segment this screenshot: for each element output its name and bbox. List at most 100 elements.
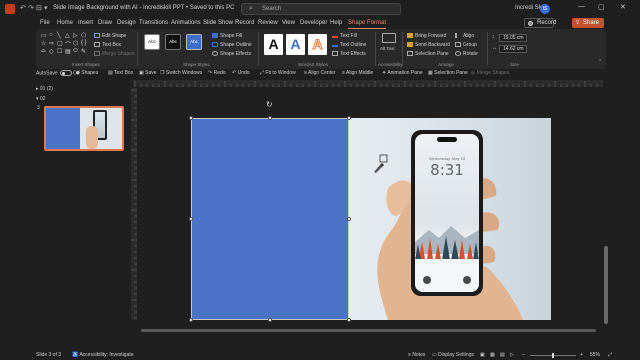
rounded-rect-shape-icon[interactable]: ▢: [57, 40, 63, 47]
shape-style-swatch[interactable]: Abc: [144, 34, 160, 50]
wordart-style-black[interactable]: A: [264, 34, 283, 55]
zoom-level[interactable]: 55%: [590, 352, 600, 358]
shape-outline-button[interactable]: Shape Outline: [212, 42, 252, 48]
tab-home[interactable]: Home: [57, 20, 73, 26]
bring-forward-button[interactable]: Bring Forward: [407, 33, 446, 39]
tab-insert[interactable]: Insert: [78, 20, 93, 26]
tab-record[interactable]: Record: [235, 20, 254, 26]
resize-handle[interactable]: [189, 217, 193, 221]
diamond-shape-icon[interactable]: ◇: [49, 48, 54, 55]
resize-handle[interactable]: [347, 116, 351, 120]
tab-slide-show[interactable]: Slide Show: [203, 20, 233, 26]
shapes-button[interactable]: ◆ Shapes: [76, 70, 98, 76]
tab-review[interactable]: Review: [258, 20, 278, 26]
customize-qat-icon[interactable]: ▾: [44, 4, 48, 12]
zoom-in-icon[interactable]: +: [580, 352, 583, 358]
tab-developer[interactable]: Developer: [300, 20, 327, 26]
resize-handle[interactable]: [347, 318, 351, 322]
collapse-ribbon-icon[interactable]: ⌃: [598, 59, 602, 65]
merge-shapes-button[interactable]: Merge Shapes: [94, 51, 135, 57]
qat-selection-pane-button[interactable]: ▦ Selection Pane: [428, 70, 468, 76]
fit-slide-icon[interactable]: ⤢: [608, 352, 612, 358]
minimize-icon[interactable]: —: [578, 3, 585, 10]
pentagon-shape-icon[interactable]: ⬠: [81, 32, 86, 39]
zoom-slider-thumb[interactable]: [552, 353, 554, 358]
reading-view-icon[interactable]: ▤: [500, 352, 505, 358]
wordart-style-blue[interactable]: A: [286, 34, 305, 55]
wordart-style-orange[interactable]: A: [308, 34, 327, 55]
hexagon-shape-icon[interactable]: ⬡: [73, 40, 78, 47]
brace-shape-icon[interactable]: { }: [81, 40, 87, 46]
vertical-scrollbar[interactable]: [604, 88, 609, 328]
resize-handle[interactable]: [268, 116, 272, 120]
shape-height-input[interactable]: 19.05 cm: [499, 34, 527, 42]
share-button[interactable]: ⇪ Share: [572, 18, 604, 28]
text-outline-button[interactable]: Text Outline: [332, 42, 366, 48]
rotate-button[interactable]: Rotate: [455, 51, 478, 57]
rotate-handle-icon[interactable]: ↻: [266, 100, 273, 109]
record-button[interactable]: Record: [524, 18, 556, 28]
section-header-02[interactable]: ▾ 02: [36, 96, 45, 102]
search-input[interactable]: ⌕ Search: [241, 3, 401, 15]
square-shape-icon[interactable]: ☐: [57, 48, 62, 55]
tab-view[interactable]: View: [282, 20, 295, 26]
align-center-button[interactable]: ≡ Align Center: [304, 70, 336, 76]
chord-shape-icon[interactable]: ⌓: [41, 48, 46, 55]
freeform-shape-icon[interactable]: ✎: [81, 48, 86, 55]
qat-text-box-button[interactable]: ▤ Text Box: [108, 70, 133, 76]
redo-icon[interactable]: ↷: [28, 4, 34, 12]
align-button[interactable]: Align: [455, 33, 474, 39]
tab-shape-format[interactable]: Shape Format: [348, 20, 387, 29]
group-button[interactable]: Group: [455, 42, 477, 48]
qat-merge-shapes-button[interactable]: ◎ Merge Shapes: [471, 70, 509, 76]
save-button[interactable]: ▣ Save: [139, 70, 157, 76]
tab-file[interactable]: File: [40, 20, 50, 26]
scrollbar-thumb[interactable]: [604, 246, 608, 324]
slideshow-view-icon[interactable]: ▷: [510, 352, 514, 358]
text-box-button[interactable]: Text Box: [94, 42, 121, 48]
shape-style-swatch[interactable]: Abc: [165, 34, 181, 50]
line-shape-icon[interactable]: ╲: [57, 32, 61, 39]
text-fill-button[interactable]: Text Fill: [332, 33, 357, 39]
close-icon[interactable]: ✕: [620, 3, 626, 11]
animation-pane-button[interactable]: ✦ Animation Pane: [382, 70, 423, 76]
alt-text-icon[interactable]: [382, 33, 396, 43]
normal-view-icon[interactable]: ▣: [480, 352, 485, 358]
scrollbar-thumb[interactable]: [141, 329, 596, 332]
undo-icon[interactable]: ↶: [20, 4, 26, 12]
tab-animations[interactable]: Animations: [171, 20, 201, 26]
display-settings-button[interactable]: ▭ Display Settings: [432, 352, 474, 358]
shape-fill-button[interactable]: Shape Fill: [212, 33, 242, 39]
shape-width-input[interactable]: 14.62 cm: [499, 45, 527, 53]
toggle-switch[interactable]: [59, 70, 72, 76]
maximize-icon[interactable]: ▢: [598, 3, 605, 11]
ellipse-shape-icon[interactable]: ⬭: [73, 48, 78, 55]
shape-style-swatch[interactable]: Abc: [186, 34, 202, 50]
block-arrow-shape-icon[interactable]: ⇨: [49, 40, 54, 47]
resize-handle[interactable]: [268, 318, 272, 322]
slide-sorter-icon[interactable]: ▦: [490, 352, 495, 358]
horizontal-scrollbar[interactable]: [131, 328, 604, 333]
blue-rectangle-shape[interactable]: [191, 118, 348, 320]
oval-shape-icon[interactable]: ○: [49, 32, 53, 38]
tab-design[interactable]: Design: [117, 20, 136, 26]
shape-effects-button[interactable]: Shape Effects: [212, 51, 251, 57]
zoom-slider[interactable]: [530, 353, 576, 358]
edit-shape-button[interactable]: Edit Shape: [94, 33, 126, 39]
selection-pane-button[interactable]: Selection Pane: [407, 51, 449, 57]
slide-thumbnail[interactable]: [44, 106, 124, 151]
notes-button[interactable]: ≡ Notes: [408, 352, 425, 358]
present-icon[interactable]: ⊟: [36, 4, 42, 12]
alt-text-button[interactable]: Alt Text: [380, 46, 395, 51]
switch-windows-button[interactable]: ❐ Switch Windows: [160, 70, 202, 76]
fit-to-window-button[interactable]: ⤢ Fit to Window: [260, 70, 296, 76]
arrow-shape-icon[interactable]: ▷: [73, 32, 78, 39]
tab-draw[interactable]: Draw: [98, 20, 112, 26]
autosave-toggle[interactable]: AutoSave Off: [36, 70, 80, 76]
resize-handle[interactable]: [189, 116, 193, 120]
accessibility-status[interactable]: ♿ Accessibility: Investigate: [72, 352, 134, 358]
tab-help[interactable]: Help: [330, 20, 342, 26]
redo-button[interactable]: ↷ Redo: [208, 70, 226, 76]
triangle-shape-icon[interactable]: △: [65, 32, 70, 39]
text-effects-button[interactable]: Text Effects: [332, 51, 366, 57]
